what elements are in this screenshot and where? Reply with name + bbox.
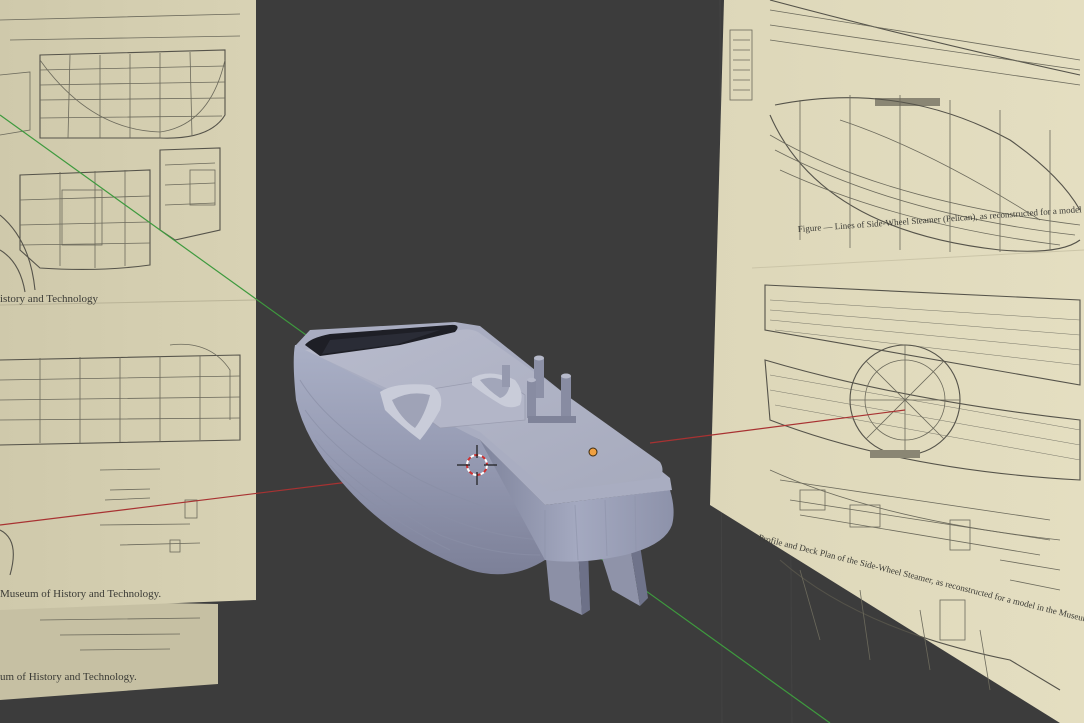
blueprint-left-caption-3: um of History and Technology.	[0, 671, 137, 683]
3d-viewport[interactable]: istory and Technology Museum of History …	[0, 0, 1084, 723]
blueprint-left[interactable]: istory and Technology Museum of History …	[0, 0, 257, 700]
blueprint-left-caption-2: Museum of History and Technology.	[0, 588, 161, 600]
blueprint-left-caption-1: istory and Technology	[0, 293, 99, 305]
blueprint-right[interactable]: Figure — Lines of Side-Wheel Steamer (Pe…	[710, 0, 1084, 723]
blueprint-right-scale-bar-2	[870, 450, 920, 458]
viewport-canvas[interactable]: istory and Technology Museum of History …	[0, 0, 1084, 723]
ship-hull[interactable]	[293, 322, 674, 615]
origin-point[interactable]	[588, 447, 598, 457]
